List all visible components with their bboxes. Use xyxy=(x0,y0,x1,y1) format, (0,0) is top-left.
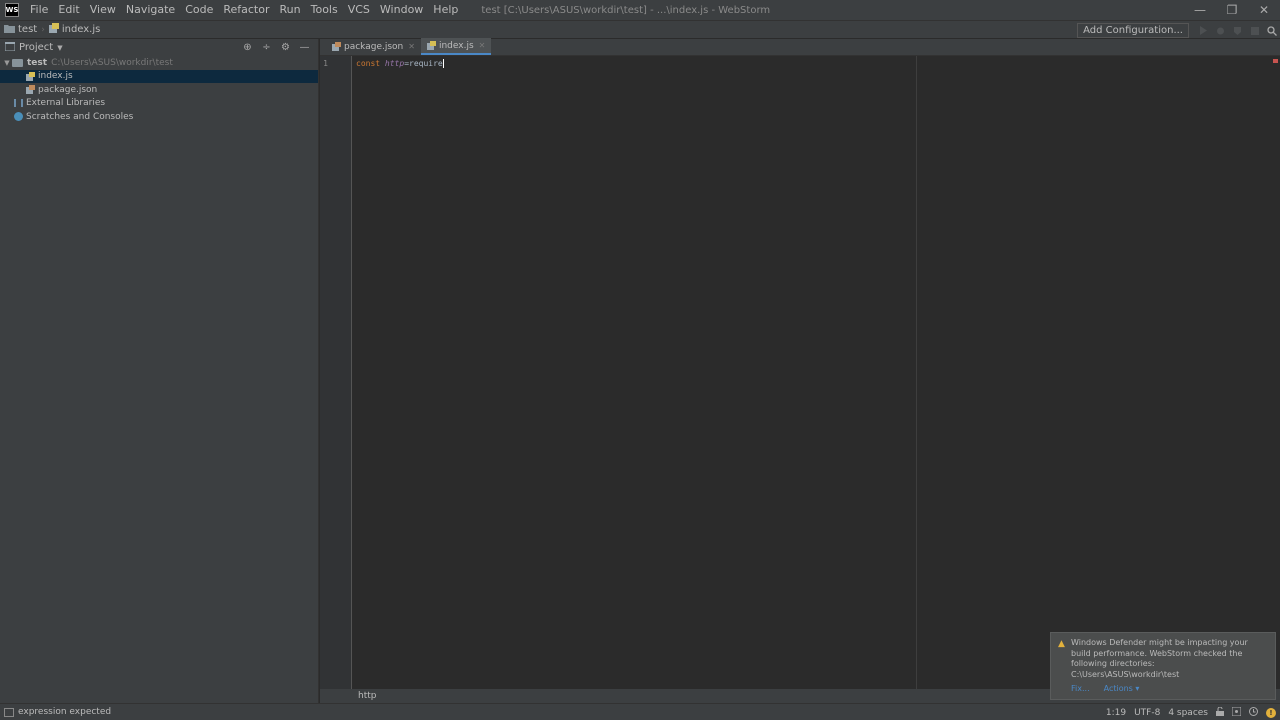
error-stripe-marker[interactable] xyxy=(1273,59,1278,63)
tree-item-label: External Libraries xyxy=(26,98,106,109)
tool-windows-toggle-icon[interactable] xyxy=(4,707,14,717)
chevron-down-icon[interactable]: ▼ xyxy=(57,44,62,52)
code-keyword: const xyxy=(356,59,381,68)
stop-icon[interactable] xyxy=(1246,22,1263,39)
project-panel: Project ▼ ⊕ ÷ ⚙ — ▼ test C:\Users\ASUS\w… xyxy=(0,39,319,703)
project-panel-header: Project ▼ ⊕ ÷ ⚙ — xyxy=(0,39,318,56)
actions-link[interactable]: Actions ▾ xyxy=(1104,684,1140,695)
close-icon[interactable]: ✕ xyxy=(408,42,415,51)
project-view-icon xyxy=(4,41,16,54)
menu-tools[interactable]: Tools xyxy=(306,0,343,20)
notification-line: Windows Defender might be impacting your xyxy=(1071,638,1248,647)
breadcrumb-file[interactable]: index.js xyxy=(45,23,105,36)
debug-icon[interactable] xyxy=(1212,22,1229,39)
hide-panel-icon[interactable]: — xyxy=(295,42,314,53)
status-widgets: 1:19 UTF-8 4 spaces ! xyxy=(1106,704,1276,720)
memory-icon[interactable] xyxy=(1249,706,1258,719)
add-configuration-button[interactable]: Add Configuration... xyxy=(1077,23,1189,38)
title-bar: WS File Edit View Navigate Code Refactor… xyxy=(0,0,1280,20)
tab-label: index.js xyxy=(438,40,474,51)
menu-code[interactable]: Code xyxy=(180,0,218,20)
close-icon[interactable]: ✕ xyxy=(479,41,486,50)
editor-gutter[interactable]: 1 xyxy=(320,56,352,689)
tree-item-external-libraries[interactable]: External Libraries xyxy=(0,97,318,111)
menu-help[interactable]: Help xyxy=(428,0,463,20)
json-file-icon xyxy=(332,42,341,51)
run-icon[interactable] xyxy=(1195,22,1212,39)
tree-item-test[interactable]: ▼ test C:\Users\ASUS\workdir\test xyxy=(0,56,318,70)
folder-icon xyxy=(4,24,15,36)
window-controls: — ❐ ✕ xyxy=(1184,0,1280,20)
tab-label: package.json xyxy=(344,41,404,52)
window-title: test [C:\Users\ASUS\workdir\test] - ...\… xyxy=(481,4,771,16)
collapse-all-icon[interactable]: ÷ xyxy=(257,42,276,53)
menu-run[interactable]: Run xyxy=(275,0,306,20)
coverage-icon[interactable] xyxy=(1229,22,1246,39)
indent-setting[interactable]: 4 spaces xyxy=(1168,708,1208,718)
tab-index-js[interactable]: index.js ✕ xyxy=(420,38,492,55)
minimize-button[interactable]: — xyxy=(1184,0,1216,20)
folder-icon xyxy=(12,58,23,67)
js-file-icon xyxy=(426,41,436,50)
tree-item-index-js[interactable]: index.js xyxy=(0,69,318,83)
tab-package-json[interactable]: package.json ✕ xyxy=(326,38,421,55)
notification-line: build performance. WebStorm checked the xyxy=(1071,648,1243,658)
menu-window[interactable]: Window xyxy=(375,0,428,20)
fix-link[interactable]: Fix... xyxy=(1071,684,1090,695)
tree-item-path: C:\Users\ASUS\workdir\test xyxy=(51,57,173,68)
breadcrumb-label: test xyxy=(18,24,38,35)
code-line: const http=require xyxy=(356,59,444,68)
file-encoding[interactable]: UTF-8 xyxy=(1134,708,1160,718)
editor-breadcrumb-item[interactable]: http xyxy=(358,691,376,701)
status-message: expression expected xyxy=(18,707,112,717)
project-view-selector[interactable]: Project xyxy=(19,42,53,53)
library-icon xyxy=(14,99,23,108)
tree-item-label: package.json xyxy=(38,84,98,95)
menu-file[interactable]: File xyxy=(25,0,53,20)
navigation-bar: test › index.js Add Configuration... xyxy=(0,20,1280,39)
tree-item-label: Scratches and Consoles xyxy=(26,111,134,122)
caret-position[interactable]: 1:19 xyxy=(1106,708,1126,718)
status-bar: expression expected 1:19 UTF-8 4 spaces … xyxy=(0,703,1280,720)
warning-icon: ▲ xyxy=(1058,639,1065,649)
text-caret xyxy=(442,59,444,68)
search-icon[interactable] xyxy=(1263,22,1280,39)
notification-actions: Fix... Actions ▾ xyxy=(1071,684,1139,695)
notification-balloon: ▲ Windows Defender might be impacting yo… xyxy=(1050,632,1276,700)
inspector-icon[interactable] xyxy=(1231,706,1242,719)
notification-line: C:\Users\ASUS\workdir\test xyxy=(1071,669,1180,679)
js-file-icon xyxy=(26,71,35,81)
restore-button[interactable]: ❐ xyxy=(1216,0,1248,20)
webstorm-logo-icon: WS xyxy=(5,3,19,17)
tree-item-package-json[interactable]: package.json xyxy=(0,83,318,97)
right-margin-guide xyxy=(916,56,917,689)
line-number: 1 xyxy=(323,59,328,68)
tree-item-label: test xyxy=(27,57,48,68)
code-variable: http xyxy=(384,59,405,68)
locate-icon[interactable]: ⊕ xyxy=(238,42,257,53)
code-text: =require xyxy=(404,59,443,68)
menu-refactor[interactable]: Refactor xyxy=(218,0,274,20)
menu-navigate[interactable]: Navigate xyxy=(121,0,180,20)
tree-item-label: index.js xyxy=(38,71,73,82)
gear-icon[interactable]: ⚙ xyxy=(276,42,295,53)
menu-view[interactable]: View xyxy=(85,0,121,20)
event-log-icon[interactable]: ! xyxy=(1266,707,1276,718)
breadcrumb-project[interactable]: test xyxy=(0,24,41,36)
run-toolbar: Add Configuration... xyxy=(1077,21,1280,40)
tree-item-scratches[interactable]: Scratches and Consoles xyxy=(0,110,318,124)
expand-arrow-icon[interactable]: ▼ xyxy=(2,59,12,67)
lock-icon[interactable] xyxy=(1216,706,1224,719)
editor-tabs: package.json ✕ index.js ✕ xyxy=(320,38,1280,56)
menu-edit[interactable]: Edit xyxy=(53,0,84,20)
close-button[interactable]: ✕ xyxy=(1248,0,1280,20)
json-file-icon xyxy=(26,85,35,95)
scratch-icon xyxy=(14,112,23,122)
code-editor[interactable]: const http=require xyxy=(353,56,1280,689)
breadcrumb-label: index.js xyxy=(61,24,101,35)
js-file-icon xyxy=(48,23,59,36)
menu-vcs[interactable]: VCS xyxy=(343,0,375,20)
notification-line: following directories: xyxy=(1071,659,1155,668)
